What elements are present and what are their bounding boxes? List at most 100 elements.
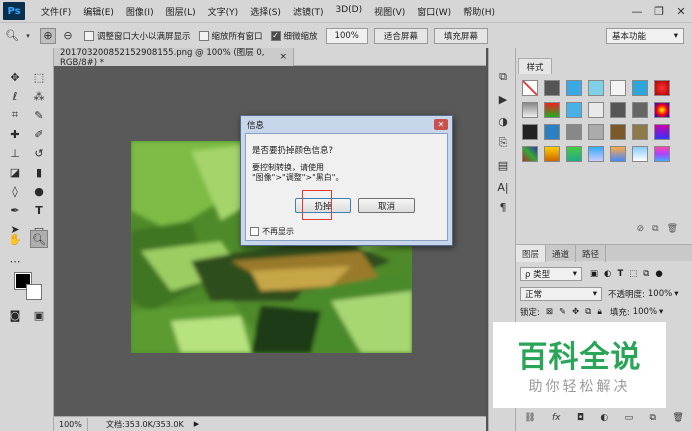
style-swatch[interactable] xyxy=(654,102,670,118)
healing-brush-tool-icon[interactable]: ✚ xyxy=(6,125,24,143)
eraser-tool-icon[interactable]: ◪ xyxy=(6,163,24,181)
style-swatch[interactable] xyxy=(610,80,626,96)
style-swatch[interactable] xyxy=(610,146,626,162)
restore-button[interactable]: ❐ xyxy=(648,5,670,18)
layer-style-icon[interactable]: fx xyxy=(552,413,561,423)
tab-channels[interactable]: 通道 xyxy=(546,245,577,262)
layer-filter-select[interactable]: ρ 类型 ▾ xyxy=(520,267,582,281)
adjustment-panel-icon[interactable]: ◑ xyxy=(494,112,512,130)
background-color-swatch[interactable] xyxy=(26,284,42,300)
fill-value[interactable]: 100% xyxy=(633,307,657,317)
style-swatch[interactable] xyxy=(522,80,538,96)
zoom-in-icon[interactable]: ⊕ xyxy=(40,27,56,44)
new-group-icon[interactable]: ▭ xyxy=(625,413,634,423)
style-swatch[interactable] xyxy=(544,146,560,162)
zoom-value-field[interactable]: 100% xyxy=(325,27,368,44)
style-swatch[interactable] xyxy=(544,102,560,118)
quick-mask-icon[interactable]: ◙ xyxy=(6,306,24,324)
style-swatch[interactable] xyxy=(566,102,582,118)
lock-all-icon[interactable]: 🔒︎ xyxy=(597,307,602,317)
lock-artboard-icon[interactable]: ⧉ xyxy=(585,307,591,317)
chevron-down-icon[interactable]: ▾ xyxy=(674,289,678,299)
brush-tool-icon[interactable]: ✐ xyxy=(30,125,48,143)
resize-windows-checkbox[interactable] xyxy=(84,30,94,41)
style-swatch[interactable] xyxy=(654,124,670,140)
fill-screen-button[interactable]: 填充屏幕 xyxy=(433,27,488,44)
more-tools-icon[interactable]: ⋯ xyxy=(6,252,24,270)
style-swatch[interactable] xyxy=(654,80,670,96)
style-swatch[interactable] xyxy=(632,146,648,162)
scrubby-zoom-checkbox[interactable]: ✓ xyxy=(270,30,281,41)
style-swatch[interactable] xyxy=(654,146,670,162)
character-panel-icon[interactable]: A| xyxy=(494,178,512,196)
menu-select[interactable]: 选择(S) xyxy=(244,5,287,18)
style-swatch[interactable] xyxy=(522,102,538,118)
add-mask-icon[interactable]: ◘ xyxy=(577,413,584,423)
style-swatch[interactable] xyxy=(522,124,538,140)
style-swatch[interactable] xyxy=(610,124,626,140)
style-swatch[interactable] xyxy=(610,102,626,118)
new-style-icon[interactable]: ⧉ xyxy=(652,224,658,238)
new-layer-icon[interactable]: ⧉ xyxy=(650,413,656,423)
delete-layer-icon[interactable]: 🗑︎ xyxy=(672,413,683,423)
filter-shape-icon[interactable]: ⬚ xyxy=(629,269,637,279)
hand-tool-icon[interactable]: ✋ xyxy=(6,230,24,248)
menu-type[interactable]: 文字(Y) xyxy=(202,5,245,18)
type-tool-icon[interactable]: T xyxy=(30,201,48,219)
clear-style-icon[interactable]: ⊘ xyxy=(637,224,645,238)
menu-edit[interactable]: 编辑(E) xyxy=(77,5,120,18)
menu-filter[interactable]: 滤镜(T) xyxy=(287,5,330,18)
menu-3d[interactable]: 3D(D) xyxy=(329,5,368,18)
lock-position-icon[interactable]: ✥ xyxy=(572,307,579,317)
marquee-tool-icon[interactable]: ⬚ xyxy=(30,68,48,86)
status-zoom-field[interactable]: 100% xyxy=(54,417,88,431)
history-panel-icon[interactable]: ⧉ xyxy=(494,68,512,86)
filter-type-icon[interactable]: T xyxy=(617,269,623,279)
style-swatch[interactable] xyxy=(588,146,604,162)
blend-mode-select[interactable]: 正常 ▾ xyxy=(520,287,602,301)
lasso-tool-icon[interactable]: ℓ xyxy=(6,87,24,105)
paragraph-panel-icon[interactable]: ¶ xyxy=(494,198,512,216)
style-swatch[interactable] xyxy=(632,80,648,96)
blur-tool-icon[interactable]: ◊ xyxy=(6,182,24,200)
style-swatch[interactable] xyxy=(566,124,582,140)
status-arrow-icon[interactable]: ▶ xyxy=(194,420,199,428)
layer-comps-panel-icon[interactable]: ▤ xyxy=(494,156,512,174)
magic-wand-tool-icon[interactable]: ⁂ xyxy=(30,87,48,105)
dodge-tool-icon[interactable]: ● xyxy=(30,182,48,200)
style-swatch[interactable] xyxy=(632,124,648,140)
zoom-tool-icon[interactable]: 🔍︎ xyxy=(4,28,20,44)
tool-preset-chevron-icon[interactable]: ▾ xyxy=(24,28,32,44)
opacity-value[interactable]: 100% xyxy=(648,289,672,299)
screen-mode-icon[interactable]: ▣ xyxy=(30,306,48,324)
workspace-select[interactable]: 基本功能 ▾ xyxy=(606,27,684,44)
move-tool-icon[interactable]: ✥ xyxy=(6,68,24,86)
filter-toggle-icon[interactable]: ● xyxy=(655,269,662,279)
filter-adjustment-icon[interactable]: ◐ xyxy=(604,269,611,279)
chevron-down-icon[interactable]: ▾ xyxy=(659,307,663,317)
filter-pixel-icon[interactable]: ▣ xyxy=(590,269,598,279)
clone-stamp-tool-icon[interactable]: ⊥ xyxy=(6,144,24,162)
eyedropper-tool-icon[interactable]: ✎ xyxy=(30,106,48,124)
lock-image-icon[interactable]: ✎ xyxy=(559,307,566,317)
link-layers-icon[interactable]: ⛓ xyxy=(524,413,535,423)
zoom-all-checkbox[interactable] xyxy=(198,30,209,41)
close-window-button[interactable]: ✕ xyxy=(670,5,692,18)
fit-screen-button[interactable]: 适合屏幕 xyxy=(373,27,428,44)
style-swatch[interactable] xyxy=(544,80,560,96)
actions-panel-icon[interactable]: ▶ xyxy=(494,90,512,108)
style-swatch[interactable] xyxy=(632,102,648,118)
dont-show-again[interactable]: 不再显示 xyxy=(250,226,294,237)
dialog-close-button[interactable]: ✕ xyxy=(434,119,448,130)
zoom-tool-selected-icon[interactable]: 🔍︎ xyxy=(30,230,48,248)
style-swatch[interactable] xyxy=(588,124,604,140)
tab-styles[interactable]: 样式 xyxy=(518,58,552,74)
clone-source-panel-icon[interactable]: ⎘ xyxy=(494,134,512,152)
adjustment-layer-icon[interactable]: ◐ xyxy=(600,413,608,423)
style-swatch[interactable] xyxy=(522,146,538,162)
zoom-out-icon[interactable]: ⊖ xyxy=(60,28,76,44)
filter-smart-icon[interactable]: ⧉ xyxy=(643,269,649,279)
tab-paths[interactable]: 路径 xyxy=(576,245,607,262)
menu-help[interactable]: 帮助(H) xyxy=(457,5,501,18)
menu-image[interactable]: 图像(I) xyxy=(120,5,160,18)
